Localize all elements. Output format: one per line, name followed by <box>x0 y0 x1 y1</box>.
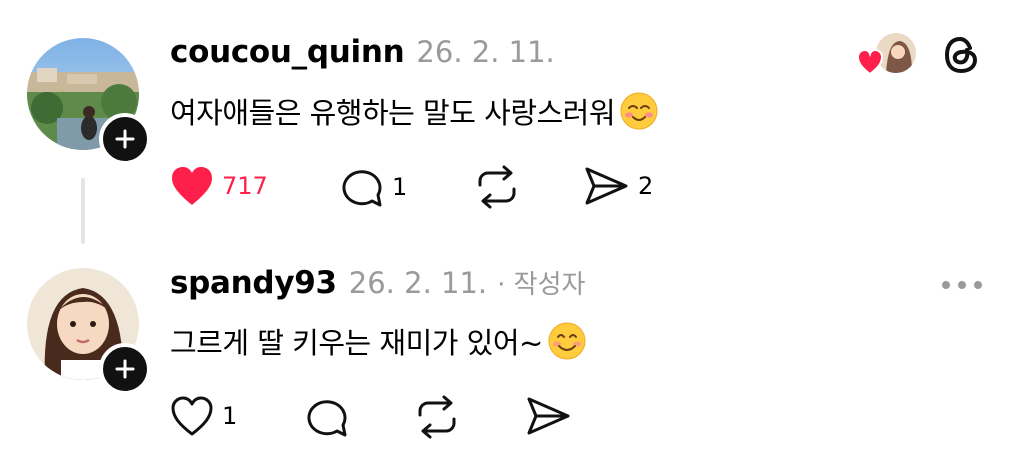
reply-comment-button[interactable] <box>305 395 349 439</box>
like-count: 717 <box>222 172 268 200</box>
heart-badge-icon <box>856 49 884 75</box>
post-header: coucou_quinn 26. 2. 11. <box>170 34 555 70</box>
comment-icon <box>307 400 347 437</box>
author-tag: · 작성자 <box>497 270 586 300</box>
reply-date: 26. 2. 11. <box>348 266 488 300</box>
username[interactable]: coucou_quinn <box>170 34 405 70</box>
like-button[interactable]: 717 <box>170 165 268 207</box>
reply-text: 그르게 딸 키우는 재미가 있어~ <box>170 326 543 360</box>
heart-filled-icon <box>172 167 212 205</box>
post-body: 여자애들은 유행하는 말도 사랑스러워 <box>170 90 659 132</box>
reply-share-button[interactable] <box>526 395 572 437</box>
plus-icon <box>115 129 135 149</box>
reply-button[interactable]: 1 <box>340 165 407 209</box>
reply-body: 그르게 딸 키우는 재미가 있어~ <box>170 320 587 362</box>
heart-outline-icon <box>171 396 213 436</box>
threads-icon[interactable] <box>940 34 982 80</box>
send-icon <box>527 397 570 435</box>
reply-like-count: 1 <box>222 402 238 430</box>
post-text: 여자애들은 유행하는 말도 사랑스러워 <box>170 96 616 130</box>
thread-connector <box>81 178 85 244</box>
follow-button[interactable] <box>99 343 151 395</box>
repost-icon <box>478 165 516 209</box>
repost-button[interactable] <box>474 165 520 209</box>
smiling-face-icon <box>548 322 586 360</box>
reply-like-button[interactable]: 1 <box>170 395 237 437</box>
follow-button[interactable] <box>99 113 151 165</box>
comment-icon <box>342 170 382 207</box>
liked-by-avatar[interactable] <box>856 33 918 77</box>
more-icon[interactable] <box>940 276 984 295</box>
reply-username[interactable]: spandy93 <box>170 265 337 301</box>
reply-repost-button[interactable] <box>414 395 460 439</box>
post-date: 26. 2. 11. <box>416 35 555 69</box>
relieved-face-icon <box>620 92 658 130</box>
share-button[interactable]: 2 <box>584 165 653 207</box>
share-count: 2 <box>638 172 654 200</box>
send-icon <box>585 167 628 205</box>
reply-count: 1 <box>392 173 408 201</box>
plus-icon <box>115 359 135 379</box>
reply-header: spandy93 26. 2. 11. · 작성자 <box>170 264 585 301</box>
repost-icon <box>418 395 456 439</box>
